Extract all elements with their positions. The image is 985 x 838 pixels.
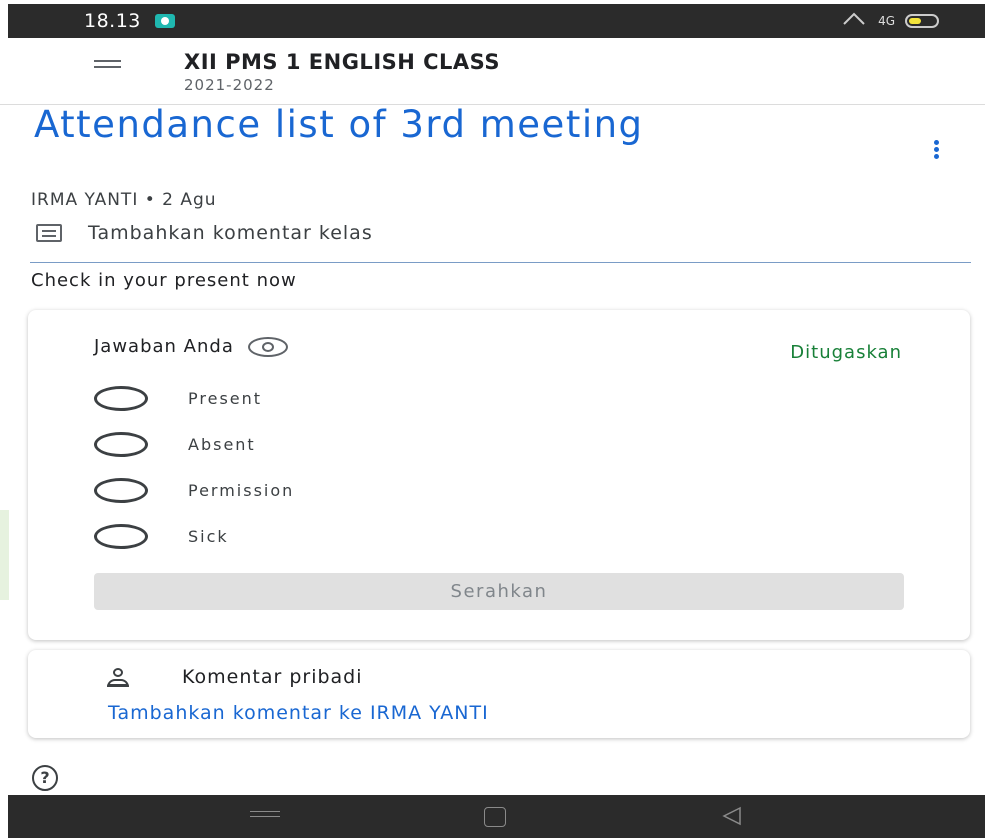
home-icon[interactable]	[484, 807, 506, 827]
your-answer-heading: Jawaban Anda	[94, 336, 288, 357]
recent-apps-icon[interactable]	[250, 811, 280, 821]
radio-button[interactable]	[94, 386, 148, 411]
status-time: 18.13	[84, 10, 141, 32]
option-label: Sick	[188, 527, 229, 546]
option-label: Present	[188, 389, 263, 408]
signal-icon	[840, 12, 868, 29]
option-permission[interactable]: Permission	[94, 478, 294, 503]
background-strip	[0, 510, 9, 600]
class-title: XII PMS 1 ENGLISH CLASS	[184, 50, 500, 74]
back-icon[interactable]	[720, 805, 744, 827]
private-comments-title: Komentar pribadi	[182, 666, 363, 688]
menu-icon[interactable]	[94, 60, 121, 72]
person-icon	[106, 668, 130, 688]
class-year: 2021-2022	[184, 76, 275, 94]
network-type: 4G	[878, 13, 895, 28]
radio-button[interactable]	[94, 432, 148, 457]
more-options-icon[interactable]	[932, 140, 940, 162]
status-bar: 18.13 4G	[8, 4, 985, 38]
status-badge: Ditugaskan	[790, 342, 902, 363]
add-class-comment-label: Tambahkan komentar kelas	[88, 222, 373, 244]
option-label: Absent	[188, 435, 256, 454]
radio-button[interactable]	[94, 524, 148, 549]
comment-icon	[36, 224, 62, 242]
private-comments-card: Komentar pribadi Tambahkan komentar ke I…	[28, 650, 970, 738]
status-icons: 4G	[840, 12, 939, 29]
option-absent[interactable]: Absent	[94, 432, 256, 457]
system-nav-bar	[8, 795, 985, 838]
author-date: IRMA YANTI • 2 Agu	[31, 190, 217, 210]
app-bar: XII PMS 1 ENGLISH CLASS 2021-2022	[0, 38, 985, 105]
submit-button[interactable]: Serahkan	[94, 573, 904, 610]
divider	[30, 262, 971, 263]
add-private-comment-link[interactable]: Tambahkan komentar ke IRMA YANTI	[108, 702, 489, 724]
battery-icon	[905, 13, 939, 28]
instructions: Check in your present now	[31, 270, 297, 291]
option-label: Permission	[188, 481, 295, 500]
notification-icon	[154, 14, 175, 28]
eye-icon	[247, 336, 288, 357]
option-present[interactable]: Present	[94, 386, 262, 411]
assignment-title: Attendance list of 3rd meeting	[34, 103, 644, 146]
help-icon[interactable]: ?	[32, 765, 58, 791]
add-class-comment-button[interactable]: Tambahkan komentar kelas	[36, 222, 373, 244]
radio-button[interactable]	[94, 478, 148, 503]
your-answer-label: Jawaban Anda	[94, 336, 234, 357]
answer-card: Jawaban Anda Ditugaskan Present Absent P…	[28, 310, 970, 640]
option-sick[interactable]: Sick	[94, 524, 229, 549]
